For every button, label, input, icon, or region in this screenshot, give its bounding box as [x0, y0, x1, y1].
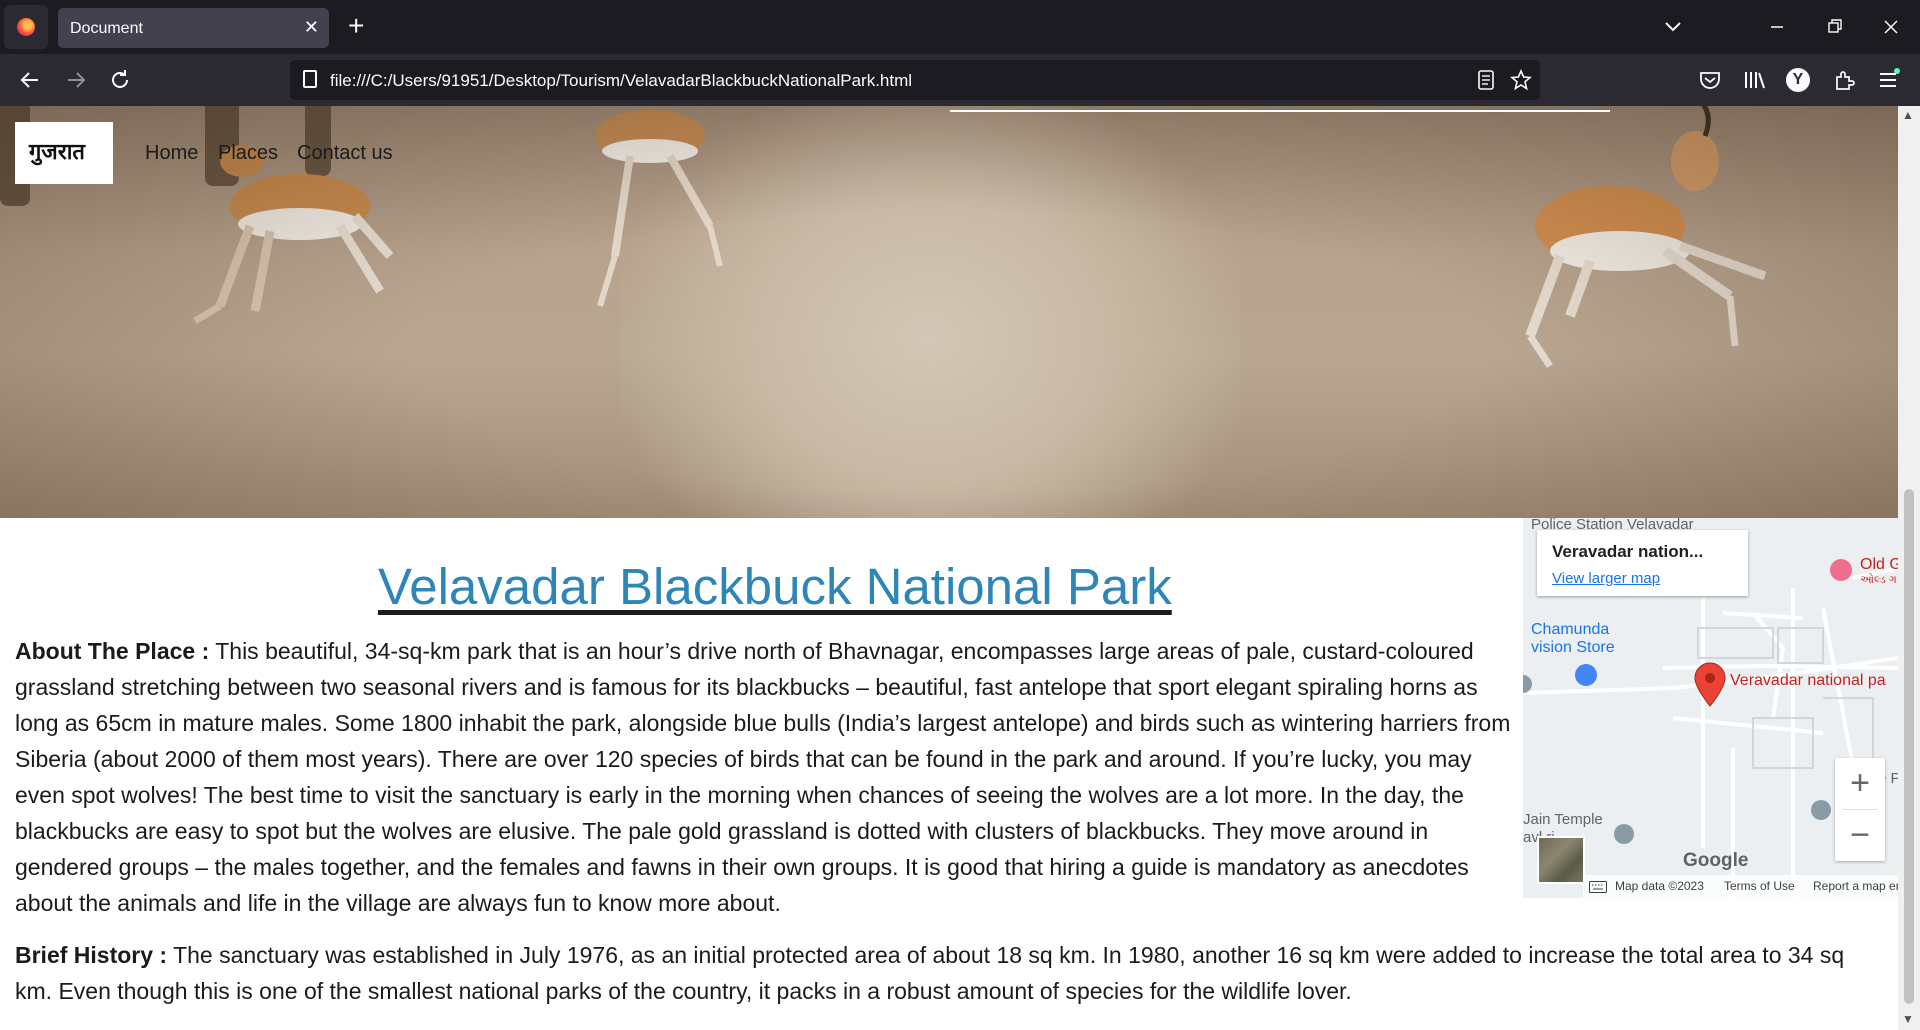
browser-tab-strip: Document ✕ + — [0, 0, 1920, 54]
map-label-pin[interactable]: Veravadar national pa — [1730, 672, 1886, 690]
nav-home-link[interactable]: Home — [145, 142, 198, 165]
map-label-jain[interactable]: Jain Temple — [1523, 811, 1603, 828]
scroll-down-arrow-icon[interactable]: ▼ — [1902, 1012, 1914, 1026]
terms-of-use-link[interactable]: Terms of Use — [1724, 879, 1795, 893]
forward-arrow-icon[interactable] — [62, 66, 90, 94]
back-arrow-icon[interactable] — [16, 66, 44, 94]
about-text: This beautiful, 34-sq-km park that is an… — [15, 638, 1511, 916]
google-logo: Google — [1683, 850, 1749, 871]
extensions-icon[interactable] — [1830, 66, 1858, 94]
url-text[interactable]: file:///C:/Users/91951/Desktop/Tourism/V… — [330, 71, 912, 91]
map-label-old[interactable]: Old G — [1860, 556, 1898, 574]
page-info-icon[interactable] — [303, 70, 317, 88]
reload-icon[interactable] — [106, 66, 134, 94]
tab-close-icon[interactable]: ✕ — [304, 16, 319, 38]
account-avatar[interactable]: Y — [1786, 68, 1810, 92]
embedded-map[interactable]: Veravadar nation... View larger map Poli… — [1523, 518, 1898, 898]
browser-toolbar: file:///C:/Users/91951/Desktop/Tourism/V… — [0, 54, 1920, 106]
view-larger-map-link[interactable]: View larger map — [1552, 570, 1660, 587]
zoom-in-button[interactable]: + — [1835, 758, 1885, 808]
map-label-old-sub: ઓલ્ડ ગ — [1860, 574, 1897, 586]
reader-view-icon[interactable] — [1477, 69, 1495, 91]
history-text: The sanctuary was established in July 19… — [15, 942, 1845, 1004]
history-label: Brief History : — [15, 942, 168, 968]
page-scrollbar[interactable]: ▲ ▼ — [1898, 106, 1920, 1030]
library-icon[interactable] — [1740, 66, 1768, 94]
hero-banner: गुजरात Home Places Contact us — [0, 106, 1898, 518]
firefox-logo-icon — [17, 18, 35, 36]
about-paragraph: About The Place : This beautiful, 34-sq-… — [15, 633, 1515, 921]
minimize-icon[interactable] — [1768, 18, 1786, 36]
pocket-icon[interactable] — [1696, 66, 1724, 94]
nav-places-link[interactable]: Places — [218, 142, 278, 165]
scrollbar-thumb[interactable] — [1904, 489, 1914, 1004]
logo-text: गुजरात — [29, 139, 85, 165]
map-place-title: Veravadar nation... — [1552, 542, 1704, 561]
map-label-police[interactable]: Police Station Velavadar — [1531, 518, 1694, 533]
map-pin-icon[interactable] — [1693, 662, 1727, 708]
zoom-out-button[interactable]: − — [1835, 810, 1885, 860]
scroll-up-arrow-icon[interactable]: ▲ — [1902, 108, 1914, 122]
list-all-tabs-icon[interactable] — [1663, 13, 1683, 41]
tab-title: Document — [70, 20, 143, 37]
app-menu-icon[interactable] — [1874, 66, 1902, 94]
bookmark-star-icon[interactable] — [1510, 69, 1532, 91]
keyboard-icon[interactable] — [1589, 881, 1607, 893]
satellite-view-toggle[interactable] — [1537, 836, 1585, 884]
report-map-error-link[interactable]: Report a map error — [1813, 879, 1898, 893]
history-paragraph: Brief History : The sanctuary was establ… — [15, 937, 1885, 1009]
hero-vignette — [0, 106, 1898, 518]
site-logo[interactable]: गुजरात — [15, 122, 113, 184]
close-window-icon[interactable] — [1882, 18, 1900, 36]
page-viewport: गुजरात Home Places Contact us Velavadar … — [0, 106, 1898, 1030]
about-label: About The Place : — [15, 638, 210, 664]
nav-contact-link[interactable]: Contact us — [297, 142, 393, 165]
map-info-card: Veravadar nation... View larger map — [1537, 530, 1748, 596]
address-bar[interactable]: file:///C:/Users/91951/Desktop/Tourism/V… — [290, 60, 1540, 100]
restore-icon[interactable] — [1826, 18, 1844, 36]
new-tab-button[interactable]: + — [348, 10, 364, 42]
map-data-credit: Map data ©2023 — [1615, 879, 1704, 893]
map-label-store[interactable]: Chamunda vision Store — [1531, 621, 1615, 657]
hero-divider — [950, 110, 1610, 112]
page-title[interactable]: Velavadar Blackbuck National Park — [378, 557, 1172, 616]
map-zoom-controls: + − — [1835, 758, 1885, 861]
browser-tab[interactable]: Document ✕ — [58, 8, 329, 48]
firefox-menu-button[interactable] — [4, 5, 48, 49]
map-footer: Map data ©2023 Terms of Use Report a map… — [1583, 875, 1898, 898]
